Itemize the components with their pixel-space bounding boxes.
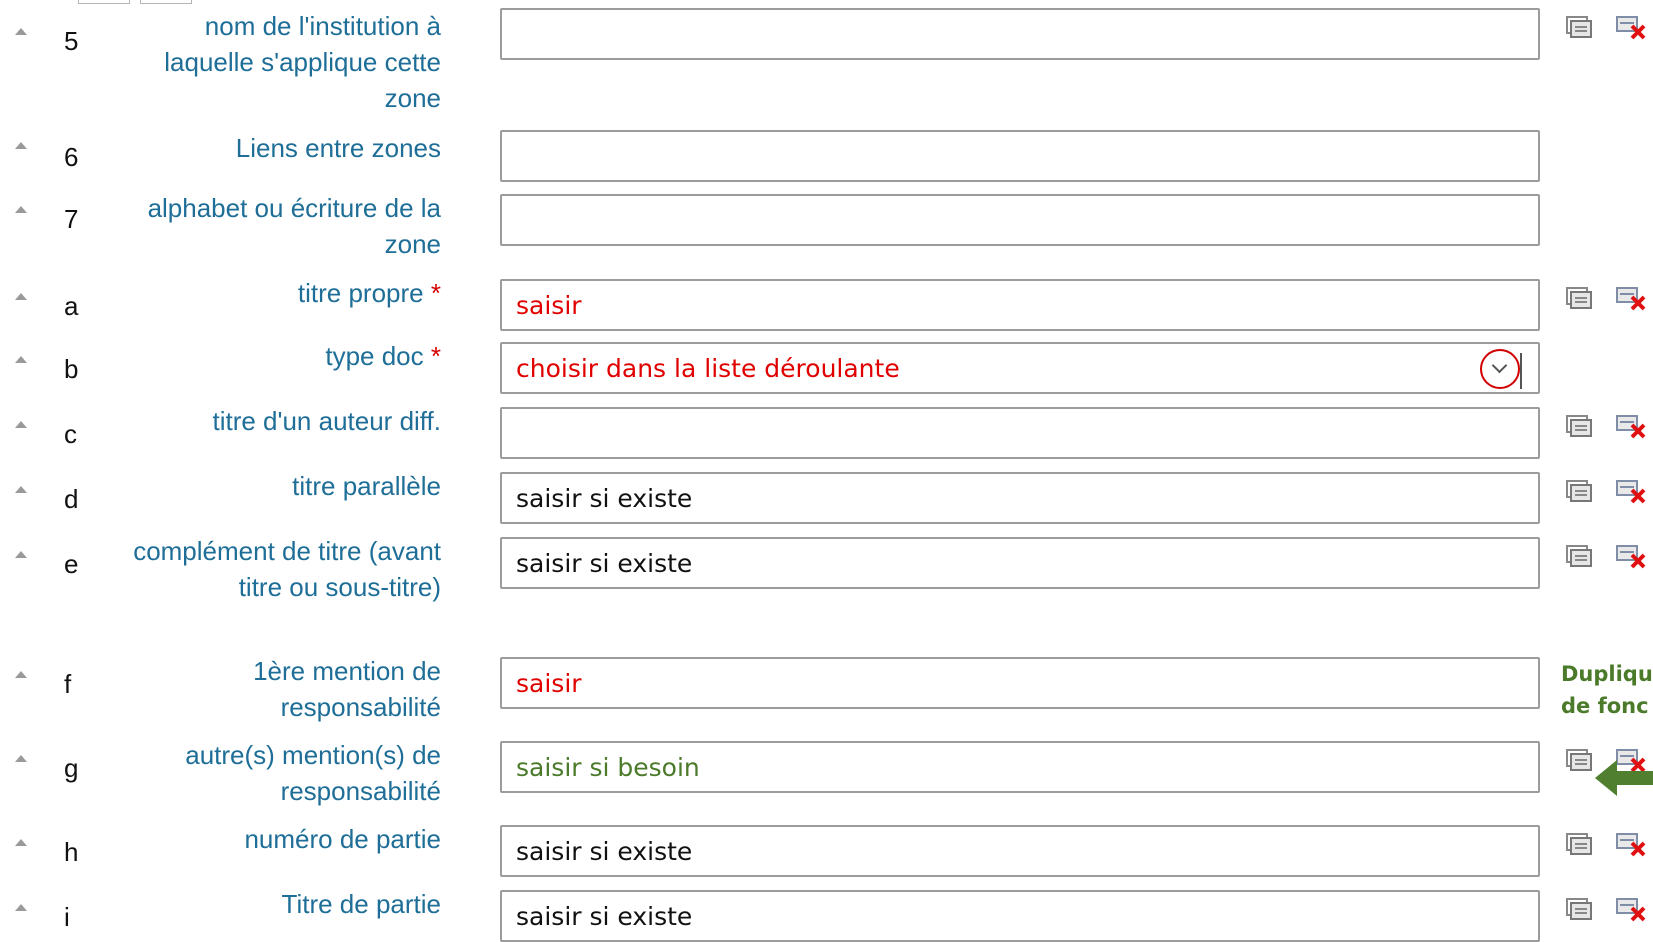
delete-icon[interactable]: [1616, 543, 1650, 571]
top-edge-tab: [140, 0, 192, 4]
select-value: choisir dans la liste déroulante: [516, 354, 900, 383]
duplicate-icon[interactable]: [1566, 749, 1592, 773]
sort-up-icon[interactable]: [15, 839, 27, 846]
input-value: saisir si existe: [516, 837, 693, 866]
row-actions: [1566, 831, 1653, 861]
text-input[interactable]: saisir: [500, 657, 1540, 709]
sort-up-icon[interactable]: [15, 551, 27, 558]
annotation-note: Dupliqu de fonc: [1561, 658, 1653, 722]
field-label: complément de titre (avant titre ou sous…: [133, 536, 441, 602]
input-value: saisir si existe: [516, 484, 693, 513]
text-input[interactable]: [500, 194, 1540, 246]
sort-up-icon[interactable]: [15, 486, 27, 493]
text-input[interactable]: [500, 407, 1540, 459]
sort-up-icon[interactable]: [15, 421, 27, 428]
field-label: 1ère mention de responsabilité: [253, 656, 441, 722]
input-value: saisir: [516, 669, 582, 698]
duplicate-icon[interactable]: [1566, 480, 1592, 504]
field-code: b: [64, 354, 79, 384]
text-input[interactable]: saisir si existe: [500, 890, 1540, 942]
duplicate-icon[interactable]: [1566, 287, 1592, 311]
delete-icon[interactable]: [1616, 285, 1650, 313]
text-input[interactable]: [500, 8, 1540, 60]
field-label: titre d'un auteur diff.: [212, 406, 441, 436]
duplicate-icon[interactable]: [1566, 415, 1592, 439]
text-input[interactable]: [500, 130, 1540, 182]
field-code: d: [64, 484, 79, 514]
field-label: alphabet ou écriture de la zone: [147, 193, 441, 259]
text-input[interactable]: saisir si existe: [500, 537, 1540, 589]
row-actions: [1566, 14, 1653, 44]
top-edge-tab: [78, 0, 130, 4]
delete-icon[interactable]: [1616, 478, 1650, 506]
input-value: saisir si existe: [516, 902, 693, 931]
field-code: 6: [64, 142, 79, 172]
text-input[interactable]: saisir si existe: [500, 472, 1540, 524]
sort-up-icon[interactable]: [15, 671, 27, 678]
field-code: g: [64, 753, 79, 783]
input-value: saisir si besoin: [516, 753, 700, 782]
delete-icon[interactable]: [1616, 896, 1650, 924]
field-code: c: [64, 419, 77, 449]
row-actions: [1566, 478, 1653, 508]
duplicate-icon[interactable]: [1566, 545, 1592, 569]
delete-icon[interactable]: [1616, 831, 1650, 859]
field-code: i: [64, 902, 70, 932]
row-actions: [1566, 285, 1653, 315]
field-label: numéro de partie: [244, 824, 441, 854]
field-label: Titre de partie: [281, 889, 441, 919]
required-mark: *: [430, 278, 441, 308]
sort-up-icon[interactable]: [15, 356, 27, 363]
arrow-left-icon: [1595, 760, 1653, 796]
field-code: e: [64, 549, 79, 579]
sort-up-icon[interactable]: [15, 293, 27, 300]
duplicate-icon[interactable]: [1566, 898, 1592, 922]
field-code: 5: [64, 26, 79, 56]
required-mark: *: [430, 341, 441, 371]
input-value: saisir: [516, 291, 582, 320]
delete-icon[interactable]: [1616, 14, 1650, 42]
text-input[interactable]: saisir si besoin: [500, 741, 1540, 793]
note-line: Dupliqu: [1561, 662, 1653, 686]
row-actions: [1566, 543, 1653, 573]
chevron-down-icon[interactable]: [1480, 349, 1522, 389]
field-code: a: [64, 291, 79, 321]
sort-up-icon[interactable]: [15, 755, 27, 762]
field-label: titre propre *: [121, 275, 441, 311]
sort-up-icon[interactable]: [15, 28, 27, 35]
field-label: Liens entre zones: [235, 133, 441, 163]
label-text: type doc: [325, 341, 424, 371]
sort-up-icon[interactable]: [15, 206, 27, 213]
label-text: titre propre: [297, 278, 424, 308]
field-label: nom de l'institution à laquelle s'appliq…: [164, 11, 441, 113]
field-label: type doc *: [121, 338, 441, 374]
field-label: autre(s) mention(s) de responsabilité: [185, 740, 441, 806]
note-line: de fonc: [1561, 694, 1649, 718]
doc-type-select[interactable]: choisir dans la liste déroulante: [500, 342, 1540, 394]
delete-icon[interactable]: [1616, 413, 1650, 441]
field-code: h: [64, 837, 79, 867]
text-input[interactable]: saisir si existe: [500, 825, 1540, 877]
field-code: f: [64, 669, 72, 699]
row-actions: [1566, 896, 1653, 926]
title-input[interactable]: saisir: [500, 279, 1540, 331]
duplicate-icon[interactable]: [1566, 833, 1592, 857]
field-code: 7: [64, 204, 79, 234]
row-actions: [1566, 413, 1653, 443]
input-value: saisir si existe: [516, 549, 693, 578]
duplicate-icon[interactable]: [1566, 16, 1592, 40]
field-label: titre parallèle: [292, 471, 441, 501]
sort-up-icon[interactable]: [15, 142, 27, 149]
sort-up-icon[interactable]: [15, 904, 27, 911]
